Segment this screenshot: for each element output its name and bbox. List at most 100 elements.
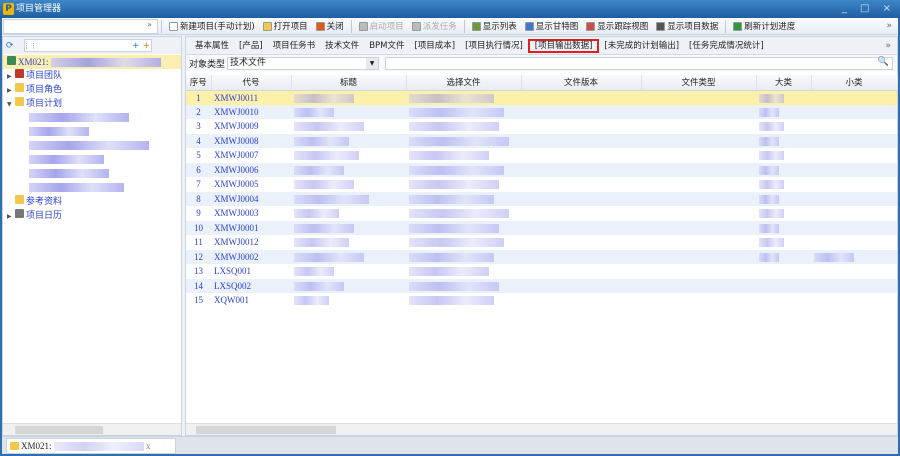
tree-node-icon [7, 56, 16, 65]
table-row[interactable]: 14 LXSQ002 [186, 278, 897, 293]
tabs-more-icon[interactable]: » [885, 41, 891, 51]
cell-redacted [641, 104, 756, 119]
window-controls[interactable]: _ □ × [842, 0, 896, 18]
toolbar-button-2[interactable]: 关闭 [312, 20, 348, 32]
refresh-tree-icon[interactable]: ⟳ [6, 41, 14, 51]
tab-0[interactable]: 基本属性 [190, 39, 234, 53]
table-row[interactable]: 10 XMWJ0001 [186, 220, 897, 235]
tree-horizontal-scrollbar[interactable] [3, 423, 181, 435]
column-header[interactable]: 大类 [756, 75, 812, 91]
cell-redacted [521, 220, 641, 235]
main-frame: » 新建项目(手动计划) 打开项目 关闭 启动项目 派发任务 显示列表 显示甘特图 显示跟踪视… [2, 18, 898, 454]
tab-3[interactable]: 技术文件 [320, 39, 364, 53]
tab-1[interactable]: [产品] [234, 39, 268, 53]
tree-node[interactable]: ▶ 项目角色 [3, 83, 181, 97]
toolbar-button-0[interactable]: 新建项目(手动计划) [165, 20, 259, 32]
toolbar-button-1[interactable]: 打开项目 [259, 20, 312, 32]
column-header[interactable]: 代号 [211, 75, 292, 91]
cell-redacted [641, 191, 756, 206]
tree-node[interactable]: XM021: [3, 55, 181, 69]
column-header[interactable]: 序号 [186, 75, 212, 91]
tab-9[interactable]: [任务完成情况统计] [684, 39, 769, 53]
cell-redacted [756, 90, 811, 105]
column-header[interactable]: 标题 [291, 75, 407, 91]
filter-search-input[interactable]: 🔍 [385, 56, 893, 70]
table-row[interactable]: 1 XMWJ0011 [186, 90, 897, 105]
toolbar-button-5[interactable]: 显示列表 [468, 20, 521, 32]
toolbar-button-8[interactable]: 显示项目数据 [652, 20, 722, 32]
cell-redacted [756, 278, 811, 293]
table-row[interactable]: 4 XMWJ0008 [186, 133, 897, 148]
project-tree-panel: ⟳ ⋮⋮ + + XM021: ▶ 项目团队 ▶ 项目角色 ▼ 项目计划参考资料 ▶ 项目日历 [2, 36, 182, 436]
toolbar-left-collapse[interactable]: » [3, 18, 158, 34]
cell-redacted [521, 206, 641, 221]
table-row[interactable]: 5 XMWJ0007 [186, 148, 897, 163]
cell-redacted [756, 162, 811, 177]
column-header[interactable]: 文件版本 [521, 75, 642, 91]
document-tab[interactable]: XM021: x [6, 438, 176, 454]
toolbar-more-icon[interactable]: » [886, 21, 892, 31]
tab-5[interactable]: [项目成本] [409, 39, 460, 53]
cell-redacted [291, 177, 406, 192]
toolbar-button-4[interactable]: 派发任务 [408, 20, 461, 32]
table-row[interactable]: 6 XMWJ0006 [186, 162, 897, 177]
chevron-down-icon[interactable]: ▼ [366, 57, 379, 69]
expand-arrow-icon[interactable]: ▶ [7, 210, 15, 224]
table-row[interactable]: 3 XMWJ0009 [186, 119, 897, 134]
row-number: 1 [186, 90, 211, 105]
collapse-icon[interactable]: » [147, 20, 152, 29]
title-bar: P 项目管理器 _ □ × [0, 0, 900, 18]
toolbar-button-6[interactable]: 显示甘特图 [521, 20, 583, 32]
toolbar-button-label: 显示跟踪视图 [597, 22, 649, 32]
table-row[interactable]: 7 XMWJ0005 [186, 177, 897, 192]
redacted-text [29, 169, 109, 178]
object-type-value: 技术文件 [230, 57, 267, 68]
cell-redacted [641, 235, 756, 250]
table-row[interactable]: 9 XMWJ0003 [186, 206, 897, 221]
cell-redacted [406, 133, 521, 148]
tree-node-redacted[interactable] [3, 139, 181, 153]
close-tab-icon[interactable]: x [146, 441, 151, 451]
table-row[interactable]: 8 XMWJ0004 [186, 191, 897, 206]
tree-node-redacted[interactable] [3, 153, 181, 167]
search-icon[interactable]: 🔍 [878, 57, 889, 67]
column-header[interactable]: 小类 [811, 75, 898, 91]
table-horizontal-scrollbar[interactable] [186, 423, 897, 435]
tab-4[interactable]: BPM文件 [364, 39, 409, 53]
tab-6[interactable]: [项目执行情况] [460, 39, 528, 53]
add-icon[interactable]: + [143, 41, 151, 51]
table-row[interactable]: 2 XMWJ0010 [186, 104, 897, 119]
tab-8[interactable]: [未完成的计划输出] [599, 39, 684, 53]
row-code: LXSQ002 [211, 278, 291, 293]
expand-arrow-icon[interactable]: ▶ [7, 70, 15, 84]
column-header[interactable]: 选择文件 [406, 75, 522, 91]
expand-arrow-icon[interactable]: ▶ [7, 84, 15, 98]
object-type-select[interactable]: 技术文件 ▼ [227, 56, 380, 70]
tree-node-redacted[interactable] [3, 125, 181, 139]
table-row[interactable]: 15 XQW001 [186, 293, 897, 308]
column-header[interactable]: 文件类型 [641, 75, 757, 91]
tree-structure-icon[interactable]: ⋮⋮ [23, 42, 37, 50]
tree-node-redacted[interactable] [3, 181, 181, 195]
table-row[interactable]: 13 LXSQ001 [186, 264, 897, 279]
tab-2[interactable]: 项目任务书 [268, 39, 321, 53]
cell-redacted [406, 264, 521, 279]
tab-7[interactable]: [项目输出数据] [527, 38, 600, 53]
tree-node[interactable]: ▶ 项目日历 [3, 209, 181, 223]
table-row[interactable]: 11 XMWJ0012 [186, 235, 897, 250]
toolbar-button-3[interactable]: 启动项目 [355, 20, 408, 32]
toolbar-button-label: 启动项目 [369, 22, 404, 32]
expand-icon[interactable]: + [132, 41, 140, 51]
tree-node[interactable]: ▶ 项目团队 [3, 69, 181, 83]
table-row[interactable]: 12 XMWJ0002 [186, 249, 897, 264]
cell-redacted [406, 235, 521, 250]
expand-arrow-icon[interactable]: ▼ [7, 98, 15, 112]
tree-node-redacted[interactable] [3, 111, 181, 125]
tree-node-icon [15, 69, 24, 78]
tree-node[interactable]: 参考资料 [3, 195, 181, 209]
tree-node-redacted[interactable] [3, 167, 181, 181]
toolbar-button-7[interactable]: 显示跟踪视图 [582, 20, 652, 32]
toolbar-button-9[interactable]: 刷新计划进度 [729, 20, 799, 32]
tree-node[interactable]: ▼ 项目计划 [3, 97, 181, 111]
cell-redacted [291, 162, 406, 177]
